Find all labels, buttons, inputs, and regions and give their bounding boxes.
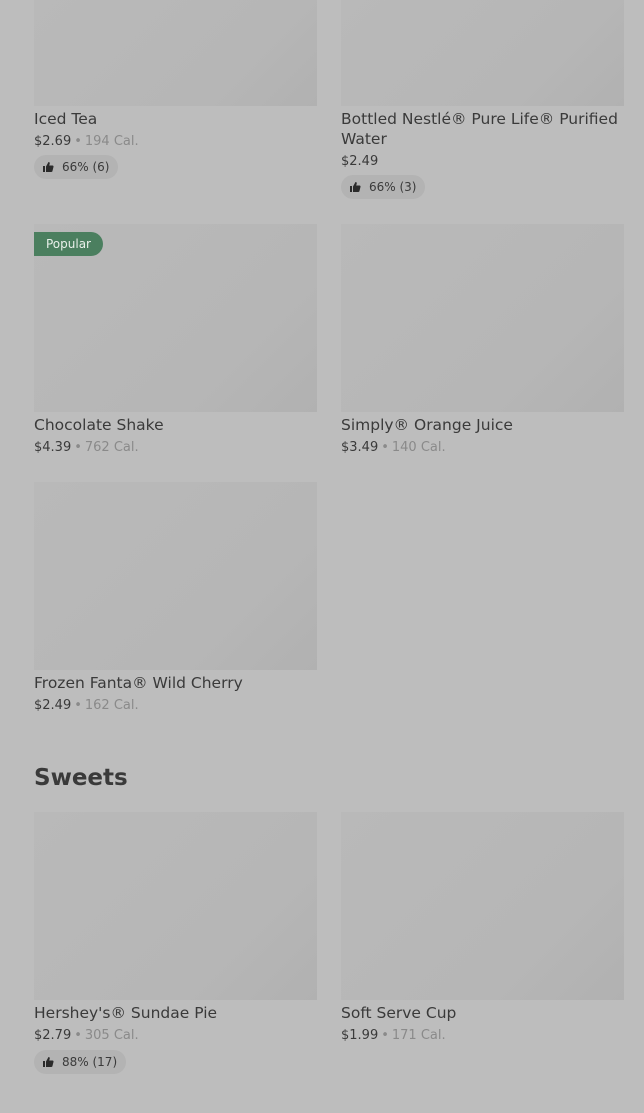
- item-price-calories: $3.49 • 140 Cal.: [341, 440, 446, 456]
- item-name: Hershey's® Sundae Pie: [34, 1004, 218, 1022]
- item-image: [34, 812, 317, 1000]
- rating-badge: 66% (3): [341, 175, 426, 199]
- item-image: [34, 0, 317, 106]
- item-name: Chocolate Shake: [34, 416, 164, 434]
- item-name: Simply® Orange Juice: [341, 416, 513, 434]
- item-name: Iced Tea: [34, 110, 98, 128]
- item-image: [341, 224, 624, 412]
- rating-text: 88% (17): [62, 1055, 118, 1069]
- item-calories: 162 Cal.: [84, 698, 139, 713]
- popular-badge: Popular: [34, 232, 103, 256]
- item-calories: 762 Cal.: [84, 440, 139, 455]
- item-image: [341, 812, 624, 1000]
- item-calories: 140 Cal.: [391, 440, 446, 455]
- item-price: $2.79: [34, 1028, 72, 1043]
- item-calories: 171 Cal.: [391, 1028, 446, 1043]
- separator-dot: •: [74, 134, 82, 149]
- thumbs-up-icon: [350, 182, 361, 192]
- item-price-calories: $2.49 • 162 Cal.: [34, 698, 139, 714]
- item-price: $2.69: [34, 134, 72, 149]
- item-price-calories: $2.49: [341, 154, 378, 170]
- item-calories: 194 Cal.: [84, 134, 139, 149]
- separator-dot: •: [74, 698, 82, 713]
- item-price: $4.39: [34, 440, 72, 455]
- rating-badge: 88% (17): [34, 1050, 127, 1074]
- separator-dot: •: [74, 1028, 82, 1043]
- item-price: $2.49: [34, 698, 72, 713]
- item-price: $2.49: [341, 154, 379, 169]
- item-price-calories: $4.39 • 762 Cal.: [34, 440, 139, 456]
- item-image: [34, 482, 317, 670]
- separator-dot: •: [381, 1028, 389, 1043]
- item-name: Bottled Nestlé® Pure Life® Purified Wate…: [341, 110, 618, 148]
- item-price: $3.49: [341, 440, 379, 455]
- item-price-calories: $1.99 • 171 Cal.: [341, 1028, 446, 1044]
- separator-dot: •: [381, 440, 389, 455]
- item-calories: 305 Cal.: [84, 1028, 139, 1043]
- thumbs-up-icon: [43, 162, 54, 172]
- rating-text: 66% (3): [369, 180, 417, 194]
- rating-text: 66% (6): [62, 160, 110, 174]
- separator-dot: •: [74, 440, 82, 455]
- item-name: Soft Serve Cup: [341, 1004, 457, 1022]
- item-price-calories: $2.79 • 305 Cal.: [34, 1028, 139, 1044]
- section-title-sweets: Sweets: [34, 765, 128, 791]
- item-image: [341, 0, 624, 106]
- item-name: Frozen Fanta® Wild Cherry: [34, 674, 243, 692]
- item-price-calories: $2.69 • 194 Cal.: [34, 134, 139, 150]
- item-price: $1.99: [341, 1028, 379, 1043]
- rating-badge: 66% (6): [34, 155, 119, 179]
- thumbs-up-icon: [43, 1057, 54, 1067]
